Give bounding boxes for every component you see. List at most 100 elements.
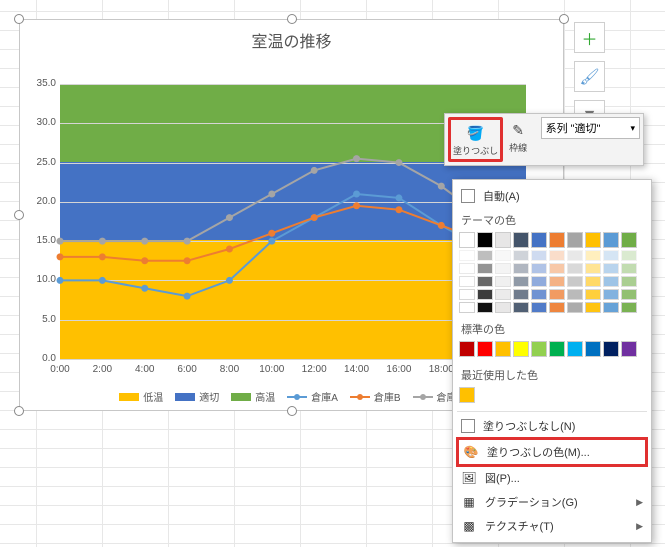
data-point[interactable]: [99, 238, 106, 245]
color-swatch[interactable]: [621, 232, 637, 248]
data-point[interactable]: [395, 159, 402, 166]
color-swatch[interactable]: [621, 341, 637, 357]
data-point[interactable]: [395, 206, 402, 213]
legend-series-b[interactable]: 倉庫B: [350, 389, 401, 404]
fill-button[interactable]: 🪣 塗りつぶし: [448, 117, 503, 162]
color-tint-swatch[interactable]: [477, 276, 493, 287]
series-selector[interactable]: 系列 "適切" ▾: [541, 117, 640, 139]
data-point[interactable]: [268, 191, 275, 198]
data-point[interactable]: [311, 167, 318, 174]
color-tint-swatch[interactable]: [477, 302, 493, 313]
color-tint-swatch[interactable]: [549, 276, 565, 287]
color-tint-swatch[interactable]: [603, 250, 619, 261]
color-tint-swatch[interactable]: [477, 263, 493, 274]
color-tint-swatch[interactable]: [621, 263, 637, 274]
color-tint-swatch[interactable]: [531, 250, 547, 261]
color-tint-swatch[interactable]: [459, 276, 475, 287]
color-tint-swatch[interactable]: [513, 263, 529, 274]
legend-high[interactable]: 高温: [231, 389, 275, 404]
data-point[interactable]: [57, 238, 64, 245]
color-swatch[interactable]: [513, 232, 529, 248]
color-swatch[interactable]: [531, 232, 547, 248]
more-fill-colors-option[interactable]: 🎨 塗りつぶしの色(M)...: [456, 437, 648, 467]
color-tint-swatch[interactable]: [567, 302, 583, 313]
data-point[interactable]: [353, 202, 360, 209]
color-tint-swatch[interactable]: [567, 289, 583, 300]
color-tint-swatch[interactable]: [531, 263, 547, 274]
data-point[interactable]: [311, 214, 318, 221]
color-tint-swatch[interactable]: [531, 276, 547, 287]
data-point[interactable]: [184, 238, 191, 245]
data-point[interactable]: [353, 191, 360, 198]
color-tint-swatch[interactable]: [459, 302, 475, 313]
color-tint-swatch[interactable]: [603, 263, 619, 274]
color-swatch[interactable]: [495, 341, 511, 357]
color-tint-swatch[interactable]: [495, 263, 511, 274]
color-tint-swatch[interactable]: [567, 250, 583, 261]
color-tint-swatch[interactable]: [459, 289, 475, 300]
data-point[interactable]: [99, 277, 106, 284]
color-tint-swatch[interactable]: [549, 263, 565, 274]
color-tint-swatch[interactable]: [513, 302, 529, 313]
color-tint-swatch[interactable]: [459, 250, 475, 261]
color-swatch[interactable]: [477, 232, 493, 248]
color-swatch[interactable]: [585, 232, 601, 248]
gradient-fill-option[interactable]: ▦ グラデーション(G) ▶: [459, 490, 645, 514]
data-point[interactable]: [353, 155, 360, 162]
color-tint-swatch[interactable]: [603, 276, 619, 287]
color-tint-swatch[interactable]: [513, 276, 529, 287]
data-point[interactable]: [438, 222, 445, 229]
data-point[interactable]: [57, 253, 64, 260]
color-tint-swatch[interactable]: [621, 276, 637, 287]
color-swatch[interactable]: [495, 232, 511, 248]
color-tint-swatch[interactable]: [495, 250, 511, 261]
color-swatch[interactable]: [459, 387, 475, 403]
data-point[interactable]: [438, 183, 445, 190]
color-swatch[interactable]: [585, 341, 601, 357]
no-fill-option[interactable]: 塗りつぶしなし(N): [459, 414, 645, 438]
color-swatch[interactable]: [531, 341, 547, 357]
color-tint-swatch[interactable]: [585, 263, 601, 274]
color-swatch[interactable]: [567, 232, 583, 248]
color-tint-swatch[interactable]: [621, 302, 637, 313]
color-swatch[interactable]: [459, 232, 475, 248]
color-swatch[interactable]: [549, 341, 565, 357]
color-swatch[interactable]: [459, 341, 475, 357]
color-tint-swatch[interactable]: [585, 289, 601, 300]
data-point[interactable]: [141, 285, 148, 292]
data-point[interactable]: [226, 246, 233, 253]
color-tint-swatch[interactable]: [495, 289, 511, 300]
color-swatch[interactable]: [477, 341, 493, 357]
color-tint-swatch[interactable]: [495, 276, 511, 287]
data-point[interactable]: [268, 230, 275, 237]
chart-elements-button[interactable]: ＋: [574, 22, 605, 53]
legend-low[interactable]: 低温: [119, 389, 163, 404]
color-tint-swatch[interactable]: [477, 289, 493, 300]
data-point[interactable]: [268, 238, 275, 245]
data-point[interactable]: [226, 214, 233, 221]
color-tint-swatch[interactable]: [585, 250, 601, 261]
color-swatch[interactable]: [603, 232, 619, 248]
data-point[interactable]: [184, 257, 191, 264]
color-swatch[interactable]: [549, 232, 565, 248]
legend-series-a[interactable]: 倉庫A: [287, 389, 338, 404]
color-tint-swatch[interactable]: [513, 250, 529, 261]
color-tint-swatch[interactable]: [585, 302, 601, 313]
data-point[interactable]: [226, 277, 233, 284]
color-tint-swatch[interactable]: [567, 276, 583, 287]
data-point[interactable]: [395, 194, 402, 201]
color-tint-swatch[interactable]: [567, 263, 583, 274]
legend-optimal[interactable]: 適切: [175, 389, 219, 404]
data-point[interactable]: [57, 277, 64, 284]
color-tint-swatch[interactable]: [459, 263, 475, 274]
color-swatch[interactable]: [567, 341, 583, 357]
color-tint-swatch[interactable]: [531, 289, 547, 300]
color-tint-swatch[interactable]: [549, 289, 565, 300]
picture-fill-option[interactable]: 🖼 図(P)...: [459, 466, 645, 490]
color-tint-swatch[interactable]: [495, 302, 511, 313]
color-tint-swatch[interactable]: [477, 250, 493, 261]
color-tint-swatch[interactable]: [513, 289, 529, 300]
chart-styles-button[interactable]: 🖌: [574, 61, 605, 92]
color-swatch[interactable]: [603, 341, 619, 357]
data-point[interactable]: [184, 293, 191, 300]
